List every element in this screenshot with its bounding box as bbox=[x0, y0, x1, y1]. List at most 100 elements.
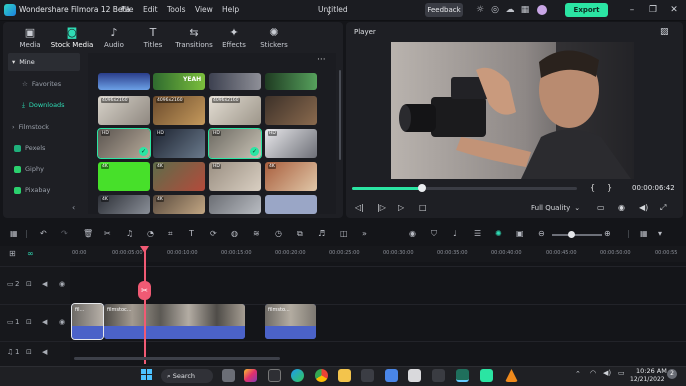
audio-detach-icon[interactable]: ♫ bbox=[126, 229, 133, 238]
menu-edit[interactable]: Edit bbox=[143, 5, 158, 14]
mask-icon[interactable]: ◫ bbox=[340, 229, 348, 238]
crop-icon[interactable]: ⌗ bbox=[168, 229, 173, 239]
media-thumbnail[interactable]: HD bbox=[209, 162, 261, 191]
restore-icon[interactable]: ❐ bbox=[646, 3, 660, 17]
media-thumbnail[interactable]: HD ✓ bbox=[208, 128, 262, 159]
lightbulb-icon[interactable]: ☼ bbox=[474, 4, 486, 16]
fullscreen-icon[interactable]: ⤢ bbox=[660, 203, 666, 213]
tab-media[interactable]: ▣ Media bbox=[7, 26, 53, 52]
list-icon[interactable]: ☰ bbox=[474, 229, 481, 238]
avatar[interactable] bbox=[537, 5, 547, 15]
split-scissors-icon[interactable]: ✂ bbox=[138, 281, 151, 300]
media-thumbnail[interactable]: YEAH bbox=[153, 73, 205, 90]
app-icon[interactable] bbox=[268, 369, 281, 382]
menu-view[interactable]: View bbox=[195, 5, 213, 14]
media-thumbnail[interactable] bbox=[209, 73, 261, 90]
timeline-scrollbar[interactable] bbox=[74, 357, 280, 360]
speaker-icon[interactable]: ◀ bbox=[42, 348, 47, 356]
chrome-icon[interactable] bbox=[315, 369, 328, 382]
filmora-taskbar-icon[interactable] bbox=[456, 369, 469, 382]
mark-out-icon[interactable]: } bbox=[607, 183, 612, 192]
layout-grid-icon[interactable]: ▦ bbox=[10, 229, 18, 238]
tab-titles[interactable]: T Titles bbox=[130, 26, 176, 52]
render-icon[interactable]: ◉ bbox=[409, 229, 416, 238]
edge-icon[interactable] bbox=[291, 369, 304, 382]
sidebar-item-giphy[interactable]: Giphy bbox=[8, 160, 86, 178]
menu-file[interactable]: File bbox=[121, 5, 134, 14]
tab-stickers[interactable]: ✺ Stickers bbox=[251, 26, 297, 52]
camera-icon[interactable]: ◉ bbox=[618, 203, 625, 212]
ai-icon[interactable]: ✺ bbox=[495, 229, 502, 238]
media-thumbnail[interactable]: HD ✓ bbox=[97, 128, 151, 159]
shield-icon[interactable]: ⛉ bbox=[431, 229, 437, 239]
zoom-out-icon[interactable]: ⊖ bbox=[538, 229, 545, 238]
playhead[interactable] bbox=[144, 246, 146, 364]
media-thumbnail[interactable]: HD bbox=[153, 129, 205, 158]
grid-view-icon[interactable]: ▦ bbox=[640, 229, 648, 238]
task-view-icon[interactable] bbox=[222, 369, 235, 382]
lock-icon[interactable]: ⊡ bbox=[26, 318, 32, 326]
instagram-icon[interactable] bbox=[244, 369, 257, 382]
app-icon[interactable] bbox=[480, 369, 493, 382]
media-thumbnail[interactable] bbox=[209, 195, 261, 214]
timeline-ruler[interactable] bbox=[70, 246, 686, 262]
mark-in-icon[interactable]: { bbox=[590, 183, 595, 192]
timeline-clip[interactable]: filmsto... bbox=[265, 304, 316, 339]
audio-icon[interactable]: ♬ bbox=[318, 229, 325, 238]
media-thumbnail[interactable] bbox=[265, 96, 317, 125]
chevron-right-icon[interactable]: › bbox=[327, 8, 331, 19]
volume-icon[interactable]: ◀) bbox=[639, 203, 648, 212]
speed-icon[interactable]: ◔ bbox=[147, 229, 154, 238]
adjust-icon[interactable]: ≋ bbox=[253, 229, 260, 238]
grid-icon[interactable]: ▦ bbox=[519, 4, 531, 16]
zoom-slider-handle[interactable] bbox=[568, 231, 575, 238]
media-thumbnail[interactable]: 4K bbox=[98, 195, 150, 214]
media-thumbnail[interactable] bbox=[98, 73, 150, 90]
media-thumbnail[interactable]: 4K bbox=[265, 162, 317, 191]
link-icon[interactable]: ∞ bbox=[27, 249, 34, 258]
close-icon[interactable]: ✕ bbox=[667, 3, 681, 17]
redo-icon[interactable]: ↷ bbox=[61, 229, 68, 238]
cloud-icon[interactable]: ☁ bbox=[504, 4, 516, 16]
media-thumbnail[interactable]: 4096x2160 bbox=[98, 96, 150, 125]
zoom-slider-track[interactable] bbox=[552, 234, 602, 236]
sidebar-item-filmstock[interactable]: › Filmstock bbox=[8, 118, 86, 136]
battery-icon[interactable]: ▭ bbox=[618, 369, 625, 377]
media-thumbnail[interactable]: 4096x2160 bbox=[153, 96, 205, 125]
menu-tools[interactable]: Tools bbox=[167, 5, 185, 14]
clock-time[interactable]: 10:26 AM bbox=[636, 367, 667, 375]
notification-badge[interactable]: 2 bbox=[667, 369, 677, 379]
more-tools-icon[interactable]: » bbox=[362, 229, 367, 238]
media-thumbnail[interactable] bbox=[265, 195, 317, 214]
eye-icon[interactable]: ◉ bbox=[59, 280, 65, 288]
tab-stock-media[interactable]: ◙ Stock Media bbox=[49, 26, 95, 52]
grid-scrollbar[interactable] bbox=[339, 70, 341, 160]
media-thumbnail[interactable] bbox=[265, 73, 317, 90]
add-track-icon[interactable]: ⊞ bbox=[9, 249, 16, 258]
stop-icon[interactable]: □ bbox=[419, 203, 427, 212]
media-thumbnail[interactable]: 4K bbox=[153, 195, 205, 214]
media-thumbnail[interactable]: 4K bbox=[98, 162, 150, 191]
wifi-icon[interactable]: ◠ bbox=[590, 369, 596, 377]
chevron-up-icon[interactable]: ⌃ bbox=[575, 370, 581, 378]
undo-icon[interactable]: ↶ bbox=[40, 229, 47, 238]
more-options-icon[interactable]: ··· bbox=[317, 55, 326, 65]
minimize-icon[interactable]: – bbox=[625, 3, 639, 17]
playback-scrubber-handle[interactable] bbox=[417, 184, 426, 192]
export-button[interactable]: Export bbox=[565, 3, 608, 17]
text-tool-icon[interactable]: T bbox=[189, 229, 194, 238]
quality-dropdown[interactable]: Full Quality ⌄ bbox=[531, 204, 580, 212]
delete-icon[interactable]: 🗑 bbox=[83, 229, 93, 238]
feedback-button[interactable]: Feedback bbox=[425, 3, 463, 17]
media-thumbnail[interactable]: 4096x2160 bbox=[209, 96, 261, 125]
eye-icon[interactable]: ◉ bbox=[59, 318, 65, 326]
chevron-down-icon[interactable]: ▾ bbox=[658, 229, 662, 238]
headset-icon[interactable]: ◎ bbox=[489, 4, 501, 16]
file-explorer-icon[interactable] bbox=[338, 369, 351, 382]
media-thumbnail[interactable]: HD bbox=[265, 129, 317, 158]
microphone-icon[interactable]: ♩ bbox=[453, 229, 457, 238]
sliders-icon[interactable]: ⧉ bbox=[297, 229, 303, 239]
mail-icon[interactable] bbox=[385, 369, 398, 382]
lock-icon[interactable]: ⊡ bbox=[26, 348, 32, 356]
speaker-icon[interactable]: ◀ bbox=[42, 280, 47, 288]
